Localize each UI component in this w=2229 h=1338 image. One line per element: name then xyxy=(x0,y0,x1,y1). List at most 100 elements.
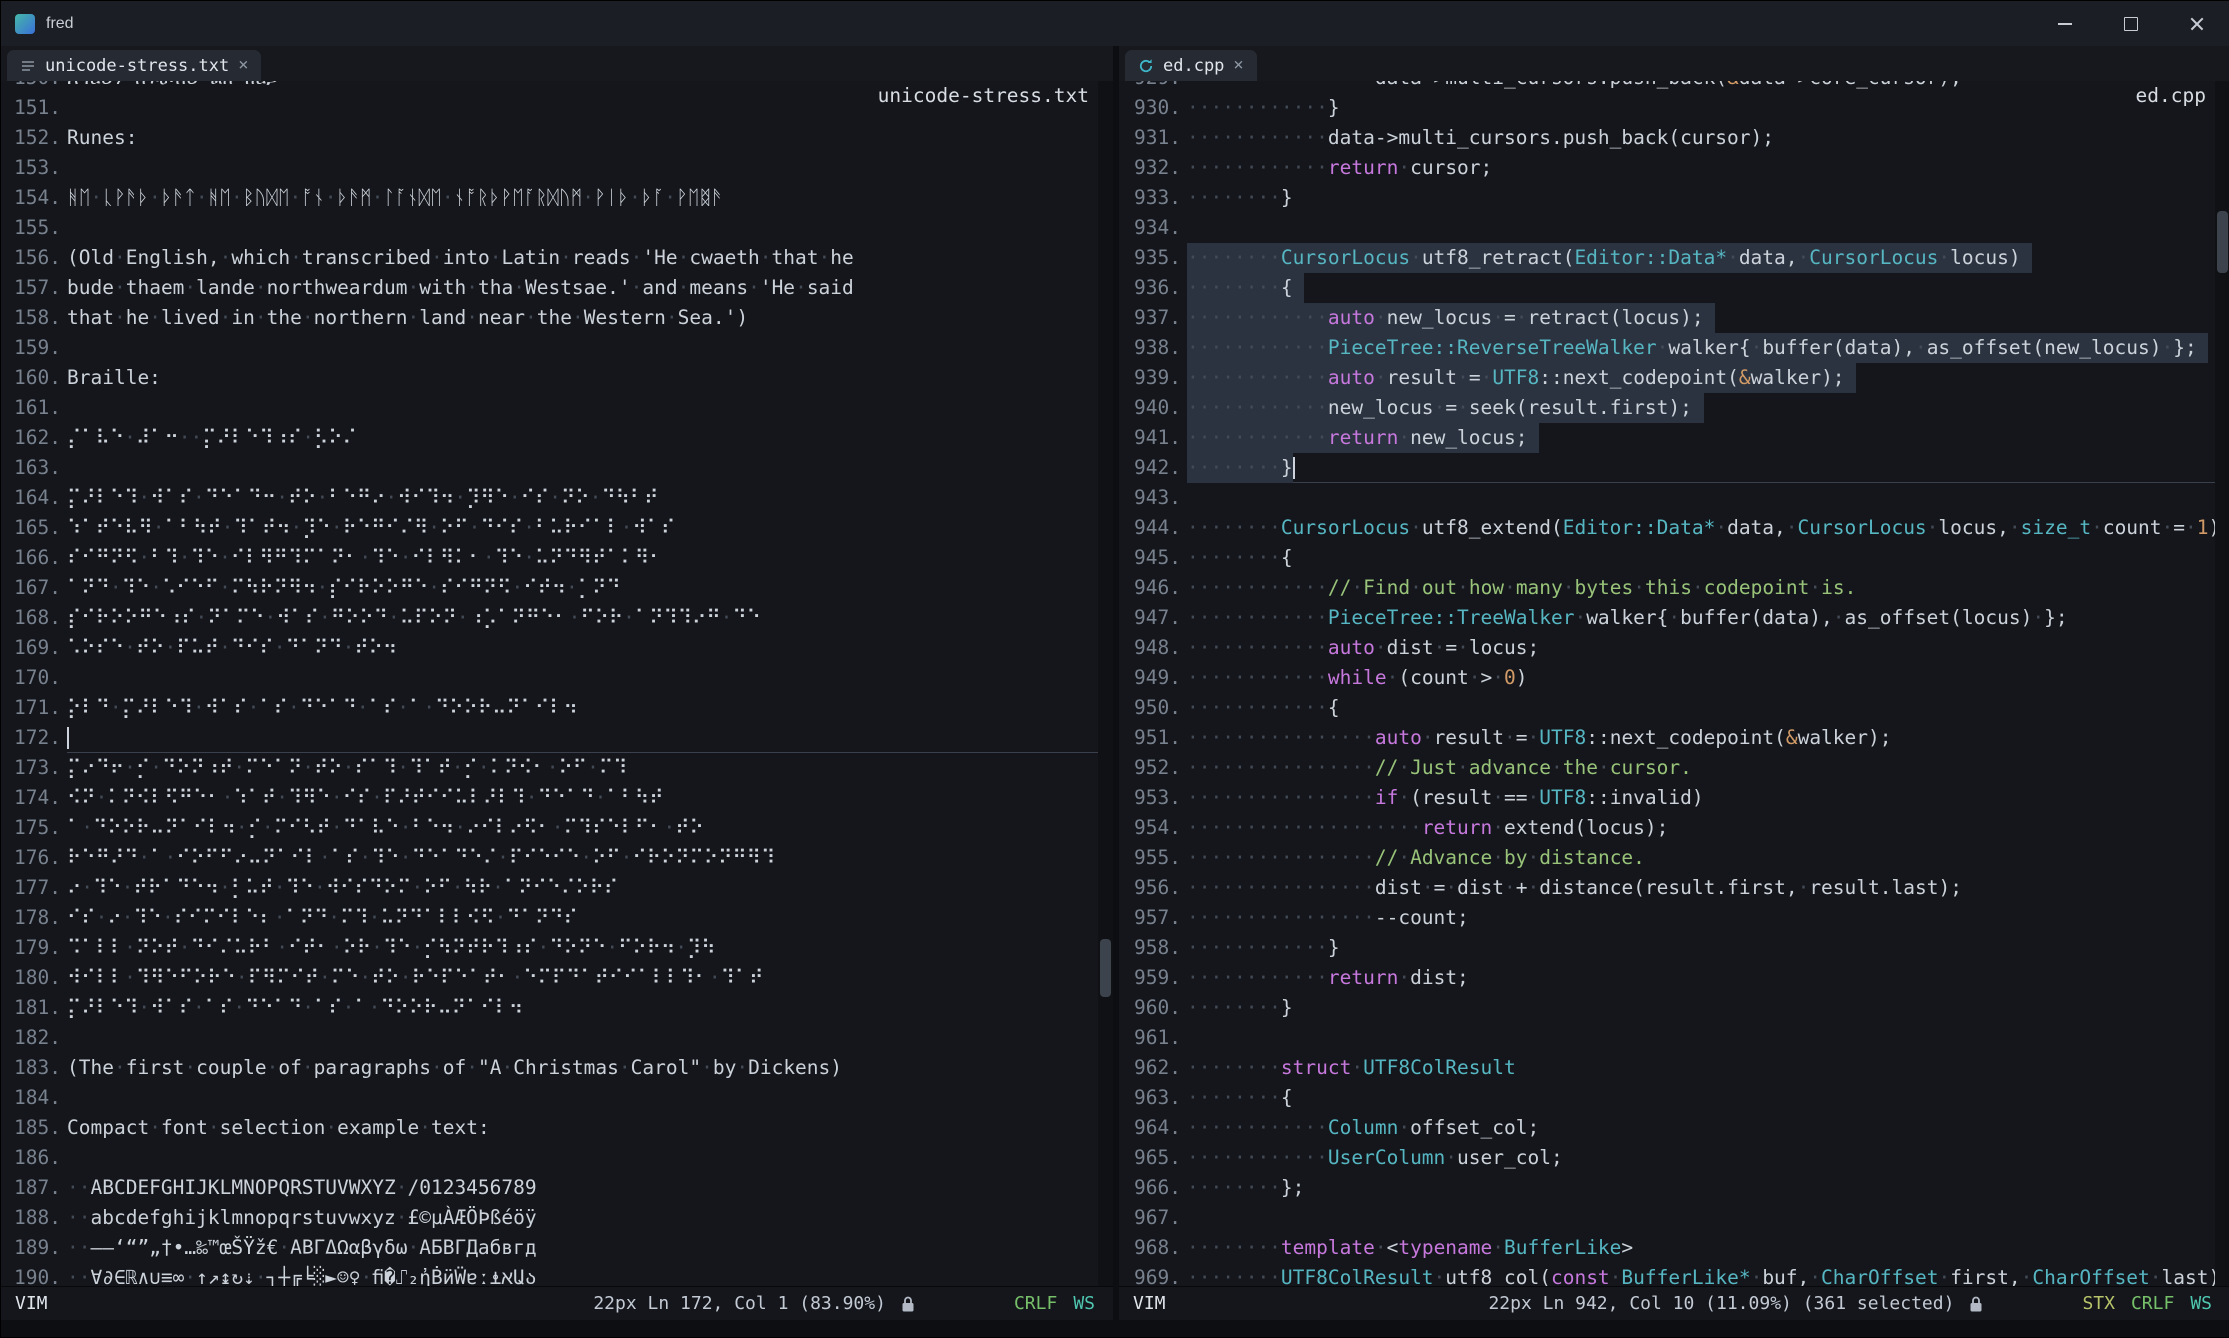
code-line[interactable]: 967. xyxy=(1119,1203,2229,1233)
horizontal-scrollbar-track[interactable] xyxy=(1,1320,2229,1337)
code-line[interactable]: 959.············return·dist; xyxy=(1119,963,2229,993)
code-line[interactable]: 953.················if·(result·==·UTF8::… xyxy=(1119,783,2229,813)
code-line[interactable]: 961. xyxy=(1119,1023,2229,1053)
tab-close-icon[interactable]: × xyxy=(238,57,248,74)
left-vertical-scrollbar[interactable] xyxy=(1098,81,1113,1286)
maximize-button[interactable] xyxy=(2098,1,2164,46)
minimize-button[interactable] xyxy=(2032,1,2098,46)
right-vertical-scrollbar[interactable] xyxy=(2215,81,2229,1286)
code-line[interactable]: 179.⠩⠁⠇⠇·⠝⠕⠞·⠙⠊⠌⠥⠗⠃·⠊⠞⠂·⠕⠗·⠹⠑·⡊⠳⠝⠞⠗⠹⠰⠎·⠙… xyxy=(1,933,1113,963)
code-line[interactable]: 942.········} xyxy=(1119,453,2229,483)
code-line[interactable]: 189.··–—‘“”„†•…‰™œŠŸž€·ΑΒΓΔΩαβγδω·АБВГДа… xyxy=(1,1233,1113,1263)
code-line[interactable]: 929.················data->multi_cursors.… xyxy=(1119,81,2229,93)
code-line[interactable]: 153. xyxy=(1,153,1113,183)
code-line[interactable]: 162.⡌⠁⠧⠑·⠼⠁⠒··⡍⠜⠇⠑⠹⠰⠎·⡣⠕⠌ xyxy=(1,423,1113,453)
code-line[interactable]: 186. xyxy=(1,1143,1113,1173)
code-line[interactable]: 163. xyxy=(1,453,1113,483)
code-line[interactable]: 159. xyxy=(1,333,1113,363)
whitespace-dots: · xyxy=(664,816,676,839)
code-line[interactable]: 177.⠔·⠹⠑·⠞⠗⠁⠙⠑⠲·⡃⠥⠞·⠹⠑·⠺⠊⠎⠙⠕⠍·⠕⠋·⠳⠗·⠁⠝⠊⠑… xyxy=(1,873,1113,903)
code-line[interactable]: 962.········struct·UTF8ColResult xyxy=(1119,1053,2229,1083)
code-line[interactable]: 933.········} xyxy=(1119,183,2229,213)
code-line[interactable]: 963.········{ xyxy=(1119,1083,2229,1113)
code-line[interactable]: 957.················--count; xyxy=(1119,903,2229,933)
left-scrollbar-thumb[interactable] xyxy=(1100,939,1111,997)
code-line[interactable]: 183.(The·first·couple·of·paragraphs·of·"… xyxy=(1,1053,1113,1083)
right-editor-area[interactable]: 929.················data->multi_cursors.… xyxy=(1119,81,2229,1286)
code-line[interactable]: 930.············} xyxy=(1119,93,2229,123)
titlebar[interactable]: fred xyxy=(1,1,2229,46)
code-line[interactable]: 935.········CursorLocus·utf8_retract(Edi… xyxy=(1119,243,2229,273)
code-line[interactable]: 940.············new_locus·=·seek(result.… xyxy=(1119,393,2229,423)
code-line[interactable]: 185.Compact·font·selection·example·text: xyxy=(1,1113,1113,1143)
code-line[interactable]: 165.⠱⠁⠞⠑⠧⠻·⠁⠃⠳⠞·⠹⠁⠞⠲·⡹⠑·⠗⠑⠛⠊⠌⠻·⠕⠋·⠙⠊⠎·⠃⠥… xyxy=(1,513,1113,543)
code-line[interactable]: 157.bude·thaem·lande·northweardum·with·t… xyxy=(1,273,1113,303)
code-line[interactable]: 937.············auto·new_locus·=·retract… xyxy=(1119,303,2229,333)
code-line[interactable]: 161. xyxy=(1,393,1113,423)
code-line[interactable]: 938.············PieceTree::ReverseTreeWa… xyxy=(1119,333,2229,363)
code-line[interactable]: 187.··ABCDEFGHIJKLMNOPQRSTUVWXYZ·/012345… xyxy=(1,1173,1113,1203)
code-line[interactable]: 952.················//·Just·advance·the·… xyxy=(1119,753,2229,783)
line-number: 176. xyxy=(1,843,61,873)
code-line[interactable]: 951.················auto·result·=·UTF8::… xyxy=(1119,723,2229,753)
code-line[interactable]: 943. xyxy=(1119,483,2229,513)
code-line[interactable]: 955.················//·Advance·by·distan… xyxy=(1119,843,2229,873)
code-line[interactable]: 175.⠁·⠙⠕⠕⠗⠤⠝⠁⠊⠇⠲·⡊·⠍⠊⠣⠞·⠙⠁⠧⠑·⠃⠑⠲·⠔⠊⠇⠔⠫⠂·… xyxy=(1,813,1113,843)
code-line[interactable]: 944.········CursorLocus·utf8_extend(Edit… xyxy=(1119,513,2229,543)
code-line[interactable]: 956.················dist·=·dist·+·distan… xyxy=(1119,873,2229,903)
app-icon xyxy=(15,14,35,34)
code-line[interactable]: 156.(Old·English,·which·transcribed·into… xyxy=(1,243,1113,273)
code-line[interactable]: 954.····················return·extend(lo… xyxy=(1119,813,2229,843)
code-line[interactable]: 182. xyxy=(1,1023,1113,1053)
code-line[interactable]: 969.········UTF8ColResult·utf8_col(const… xyxy=(1119,1263,2229,1286)
code-line[interactable]: 950.············{ xyxy=(1119,693,2229,723)
code-line[interactable]: 968.········template·<typename·BufferLik… xyxy=(1119,1233,2229,1263)
code-line[interactable]: 158.that·he·lived·in·the·northern·land·n… xyxy=(1,303,1113,333)
code-line[interactable]: 958.············} xyxy=(1119,933,2229,963)
code-line[interactable]: 939.············auto·result·=·UTF8::next… xyxy=(1119,363,2229,393)
code-line[interactable]: 168.⡎⠊⠗⠕⠕⠛⠑⠰⠎·⠝⠁⠍⠑·⠺⠁⠎·⠛⠕⠕⠙·⠥⠏⠕⠝·⠰⡡⠁⠝⠛⠑⠂… xyxy=(1,603,1113,633)
code-line[interactable]: 171.⡕⠇⠙·⡍⠜⠇⠑⠹·⠺⠁⠎·⠁⠎·⠙⠑⠁⠙·⠁⠎·⠁·⠙⠕⠕⠗⠤⠝⠁⠊⠇… xyxy=(1,693,1113,723)
code-line[interactable]: 965.············UserColumn·user_col; xyxy=(1119,1143,2229,1173)
code-line[interactable]: 949.············while·(count·>·0) xyxy=(1119,663,2229,693)
close-button[interactable] xyxy=(2164,1,2229,46)
whitespace-dots: · xyxy=(400,966,412,989)
code-line[interactable]: 188.··abcdefghijklmnopqrstuvwxyz·£©µÀÆÖÞ… xyxy=(1,1203,1113,1233)
code-line[interactable]: 174.⠪⠝·⠅⠝⠪⠇⠫⠛⠑⠂·⠱⠁⠞·⠹⠻⠑·⠊⠎·⠏⠜⠞⠊⠊⠥⠇⠜⠇⠹·⠙⠑… xyxy=(1,783,1113,813)
code-line[interactable]: 173.⡍⠔⠙⠖·⡊·⠙⠕⠝⠰⠞·⠍⠑⠁⠝·⠞⠕·⠎⠁⠹·⠹⠁⠞·⡊·⠅⠝⠪⠂·… xyxy=(1,753,1113,783)
code-line[interactable]: 932.············return·cursor; xyxy=(1119,153,2229,183)
code-line[interactable]: 176.⠗⠑⠛⠜⠙·⠁·⠊⠕⠋⠋⠔⠤⠝⠁⠊⠇·⠁⠎·⠹⠑·⠙⠑⠁⠙⠑⠌·⠏⠊⠑⠊… xyxy=(1,843,1113,873)
code-line[interactable]: 155. xyxy=(1,213,1113,243)
code-line[interactable]: 181.⡍⠜⠇⠑⠹·⠺⠁⠎·⠁⠎·⠙⠑⠁⠙·⠁⠎·⠁·⠙⠕⠕⠗⠤⠝⠁⠊⠇⠲ xyxy=(1,993,1113,1023)
code-line[interactable]: 180.⠺⠊⠇⠇·⠹⠻⠑⠋⠕⠗⠑·⠏⠻⠍⠊⠞·⠍⠑·⠞⠕·⠗⠑⠏⠑⠁⠞⠂·⠑⠍⠏… xyxy=(1,963,1113,993)
code-line[interactable]: 966.········}; xyxy=(1119,1173,2229,1203)
tab-ed-cpp[interactable]: ed.cpp × xyxy=(1125,50,1257,81)
code-line[interactable]: 178.⠊⠎·⠔·⠹⠑·⠎⠊⠍⠊⠇⠑⠆·⠁⠝⠙·⠍⠹·⠥⠝⠙⠁⠇⠇⠪⠫·⠙⠁⠝⠙… xyxy=(1,903,1113,933)
code-line[interactable]: 936.········{ xyxy=(1119,273,2229,303)
code-line[interactable]: 169.⠡⠕⠎⠑·⠞⠕·⠏⠥⠞·⠙⠊⠎·⠙⠁⠝⠙·⠞⠕⠲ xyxy=(1,633,1113,663)
code-line[interactable]: 948.············auto·dist·=·locus; xyxy=(1119,633,2229,663)
code-line[interactable]: 164.⡍⠜⠇⠑⠹·⠺⠁⠎·⠙⠑⠁⠙⠒·⠞⠕·⠃⠑⠛⠔·⠺⠊⠹⠲·⡹⠻⠑·⠊⠎·… xyxy=(1,483,1113,513)
code-line[interactable]: 167.⠁⠝⠙·⠹⠑·⠡⠊⠑⠋·⠍⠳⠗⠝⠻⠲·⡎⠊⠗⠕⠕⠛⠑·⠎⠊⠛⠝⠫·⠊⠞⠲… xyxy=(1,573,1113,603)
code-line[interactable]: 960.········} xyxy=(1119,993,2229,1023)
right-scrollbar-thumb[interactable] xyxy=(2217,211,2228,273)
tab-unicode-stress-txt[interactable]: unicode-stress.txt × xyxy=(7,50,261,81)
code-line[interactable]: 184. xyxy=(1,1083,1113,1113)
code-line[interactable]: 170. xyxy=(1,663,1113,693)
code-line[interactable]: 160.Braille: xyxy=(1,363,1113,393)
code-line[interactable]: 152.Runes: xyxy=(1,123,1113,153)
code-line[interactable]: 946.············//·Find·out·how·many·byt… xyxy=(1119,573,2229,603)
code-line[interactable]: 941.············return·new_locus; xyxy=(1119,423,2229,453)
code-line[interactable]: 166.⠎⠊⠛⠝⠫·⠃⠹·⠹⠑·⠊⠇⠻⠛⠹⠍⠁⠝⠂·⠹⠑·⠊⠇⠻⠅⠂·⠹⠑·⠥⠝… xyxy=(1,543,1113,573)
whitespace-dots: · xyxy=(666,306,678,329)
code-line[interactable]: 154.ᚻᛖ·ᚳᚹᚫᚦ·ᚦᚫᛏ·ᚻᛖ·ᛒᚢᛞᛖ·ᚩᚾ·ᚦᚫᛗ·ᛚᚪᚾᛞᛖ·ᚾᚩᚱ… xyxy=(1,183,1113,213)
code-line[interactable]: 964.············Column·offset_col; xyxy=(1119,1113,2229,1143)
code-line[interactable]: 931.············data->multi_cursors.push… xyxy=(1119,123,2229,153)
left-editor-area[interactable]: 150.እግርህን·በፍራሽህ·ልክ·ዘርጋ።151.152.Runes:153… xyxy=(1,81,1113,1286)
tab-close-icon[interactable]: × xyxy=(1233,57,1243,74)
code-line[interactable]: 947.············PieceTree::TreeWalker·wa… xyxy=(1119,603,2229,633)
code-line[interactable]: 934. xyxy=(1119,213,2229,243)
code-line[interactable]: 172. xyxy=(1,723,1113,753)
code-line[interactable]: 190.··∀∂∈ℝ∧∪≡∞·↑↗↨↻⇣·┐┼╔╘░►☺♀·ﬁ�⑀₂ἠḂӥẄɐː… xyxy=(1,1263,1113,1286)
code-line[interactable]: 945.········{ xyxy=(1119,543,2229,573)
